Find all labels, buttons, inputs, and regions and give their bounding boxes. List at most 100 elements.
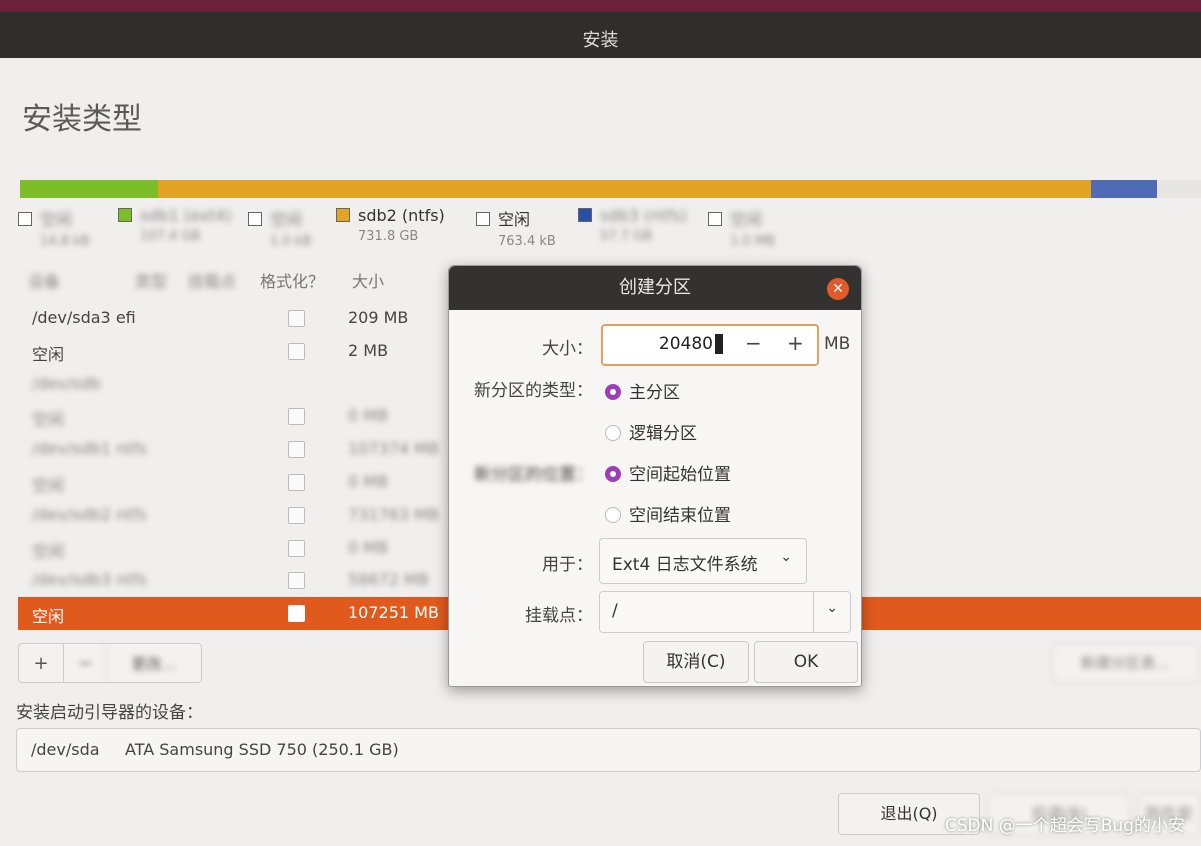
legend-item: 空闲 14.8 kB (18, 206, 90, 249)
ok-button[interactable]: OK (754, 641, 858, 683)
radio-primary[interactable]: 主分区 (605, 378, 680, 403)
watermark: CSDN @一个超会写Bug的小安 (944, 816, 1185, 836)
col-mount: 挂载点 (188, 272, 237, 291)
partition-location-label: 新分区的位置： (474, 465, 593, 485)
change-partition-button[interactable]: 更改… (107, 644, 201, 682)
radio-logical-label: 逻辑分区 (629, 424, 697, 444)
legend-label: 空闲 (270, 210, 303, 229)
legend-swatch (476, 212, 490, 226)
chevron-down-icon: ⌄ (780, 549, 792, 565)
radio-logical-indicator (605, 425, 621, 441)
legend-label: 空闲 (40, 210, 73, 229)
row-device: /dev/sdb3 ntfs (32, 570, 147, 590)
row-device: /dev/sda3 efi (32, 308, 136, 327)
radio-end-label: 空间结束位置 (629, 506, 731, 526)
row-device: /dev/sdb2 ntfs (32, 504, 147, 524)
format-checkbox[interactable] (288, 342, 305, 360)
create-partition-dialog: 创建分区 ✕ 大小： 20480 − + MB 新分区的类型： 主分区 逻辑分区… (448, 265, 862, 687)
new-partition-table-button[interactable]: 新建分区表… (1052, 643, 1199, 683)
format-checkbox[interactable] (288, 539, 305, 557)
dialog-title: 创建分区 (619, 277, 691, 298)
legend-label: sdb1 (ext4) (140, 206, 232, 225)
boot-device-select[interactable]: /dev/sda ATA Samsung SSD 750 (250.1 GB) (16, 728, 1201, 772)
format-checkbox[interactable] (288, 605, 305, 623)
partition-bar-segment (158, 180, 1092, 198)
boot-device-path: /dev/sda (31, 740, 100, 759)
legend-item: 空闲 1.0 kB (248, 206, 311, 249)
boot-device-description: ATA Samsung SSD 750 (250.1 GB) (125, 740, 399, 759)
radio-primary-label: 主分区 (629, 383, 680, 403)
row-device: 空闲 (32, 607, 65, 627)
radio-start-label: 空间起始位置 (629, 465, 731, 485)
partition-legend: 空闲 14.8 kB sdb1 (ext4) 107.4 GB 空闲 1.0 kB sdb2… (18, 206, 1198, 256)
row-size: 0 MB (348, 471, 389, 491)
format-checkbox[interactable] (288, 572, 305, 590)
format-checkbox[interactable] (288, 473, 305, 491)
col-format: 格式化？ (260, 272, 325, 291)
row-device: 空闲 (32, 475, 65, 495)
row-size: 107374 MB (348, 439, 439, 459)
row-size: 209 MB (348, 308, 409, 327)
row-size: 0 MB (348, 406, 389, 426)
use-as-select[interactable]: Ext4 日志文件系统 ⌄ (599, 538, 807, 584)
text-caret (715, 334, 723, 354)
format-checkbox[interactable] (288, 408, 305, 426)
legend-item: sdb1 (ext4) 107.4 GB (118, 206, 232, 244)
radio-primary-indicator (605, 384, 621, 400)
col-device: 设备 (28, 272, 61, 291)
add-partition-button[interactable]: + (19, 644, 64, 682)
size-value: 20480 (658, 334, 713, 354)
radio-logical[interactable]: 逻辑分区 (605, 419, 697, 444)
row-size: 58672 MB (348, 570, 429, 590)
legend-swatch (708, 212, 722, 226)
legend-label: 空闲 (730, 210, 763, 229)
chevron-down-icon[interactable]: ⌄ (826, 600, 838, 616)
mount-point-label: 挂载点： (525, 606, 593, 626)
format-checkbox[interactable] (288, 506, 305, 524)
row-size: 2 MB (348, 340, 389, 360)
decrement-button[interactable]: − (745, 331, 762, 355)
page-title: 安装类型 (22, 102, 142, 137)
window-titlebar: 安装 (0, 12, 1201, 58)
combo-divider (813, 592, 814, 632)
legend-swatch (578, 208, 592, 222)
mount-point-value: / (612, 601, 618, 621)
size-spinbox[interactable]: 20480 − + (601, 324, 819, 366)
use-as-value: Ext4 日志文件系统 (612, 555, 758, 575)
col-size: 大小 (352, 272, 385, 291)
boot-device-label: 安装启动引导器的设备： (16, 703, 203, 723)
row-device: /dev/sdb1 ntfs (32, 439, 147, 459)
cancel-button[interactable]: 取消(C) (643, 641, 749, 683)
radio-end[interactable]: 空间结束位置 (605, 501, 731, 526)
format-checkbox[interactable] (288, 310, 305, 327)
remove-partition-button[interactable]: − (64, 644, 107, 682)
format-checkbox[interactable] (288, 441, 305, 459)
col-type: 类型 (135, 272, 168, 291)
increment-button[interactable]: + (787, 331, 804, 355)
radio-start-indicator (605, 466, 621, 482)
legend-size: 1.0 kB (270, 234, 312, 249)
partition-bar-segment (1091, 180, 1158, 198)
legend-swatch (118, 208, 132, 222)
row-size: 731763 MB (348, 504, 439, 524)
legend-item: 空闲 763.4 kB (476, 206, 556, 249)
legend-item: sdb2 (ntfs) 731.8 GB (336, 206, 445, 244)
legend-size: 731.8 GB (358, 229, 419, 244)
row-device: 空闲 (32, 410, 65, 430)
row-device: /dev/sdb (32, 373, 101, 393)
close-icon[interactable]: ✕ (827, 278, 849, 300)
legend-label: 空闲 (498, 210, 531, 229)
legend-label: sdb3 (ntfs) (600, 206, 687, 225)
size-unit: MB (824, 334, 851, 354)
size-label: 大小： (542, 339, 593, 359)
use-as-label: 用于： (542, 555, 593, 575)
legend-label: sdb2 (ntfs) (358, 206, 445, 225)
legend-swatch (336, 208, 350, 222)
legend-size: 763.4 kB (498, 234, 556, 249)
legend-item: sdb3 (ntfs) 57.7 GB (578, 206, 687, 244)
radio-start[interactable]: 空间起始位置 (605, 460, 731, 485)
legend-size: 57.7 GB (600, 229, 653, 244)
mount-point-combo[interactable]: / ⌄ (599, 591, 851, 633)
radio-end-indicator (605, 507, 621, 523)
partition-bar (20, 180, 1201, 198)
